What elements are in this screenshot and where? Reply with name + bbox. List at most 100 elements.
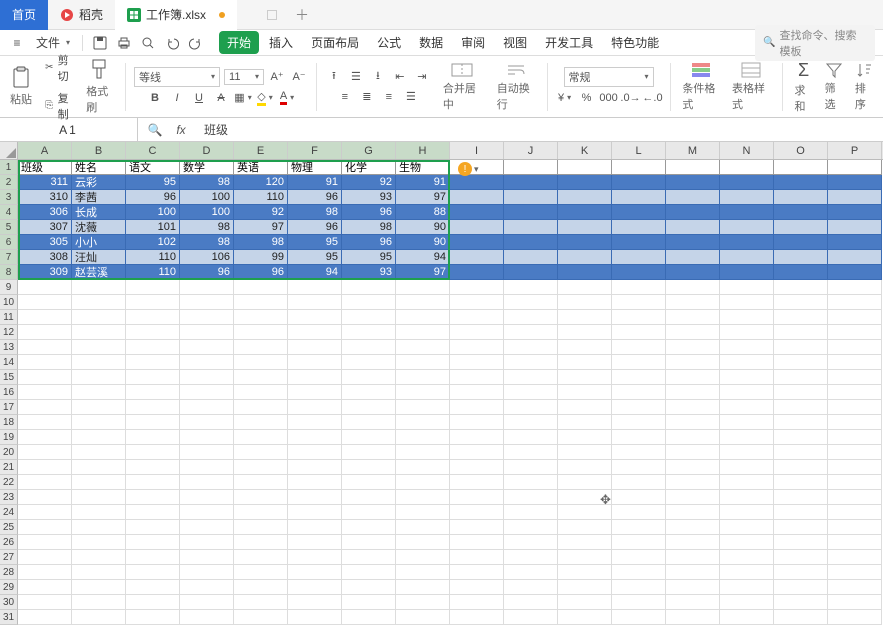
cell-B29[interactable] xyxy=(72,580,126,595)
cell-M23[interactable] xyxy=(666,490,720,505)
cell-G27[interactable] xyxy=(342,550,396,565)
redo-icon[interactable] xyxy=(187,34,205,52)
cell-J13[interactable] xyxy=(504,340,558,355)
cell-K10[interactable] xyxy=(558,295,612,310)
cell-G8[interactable]: 93 xyxy=(342,265,396,280)
cell-M14[interactable] xyxy=(666,355,720,370)
cell-B3[interactable]: 李茜 xyxy=(72,190,126,205)
cell-O6[interactable] xyxy=(774,235,828,250)
cell-E29[interactable] xyxy=(234,580,288,595)
cell-G17[interactable] xyxy=(342,400,396,415)
cell-A30[interactable] xyxy=(18,595,72,610)
cell-D8[interactable]: 96 xyxy=(180,265,234,280)
row-header-20[interactable]: 20 xyxy=(0,445,18,460)
cell-F21[interactable] xyxy=(288,460,342,475)
col-header-J[interactable]: J xyxy=(504,142,558,159)
cell-P1[interactable] xyxy=(828,160,882,175)
cell-P5[interactable] xyxy=(828,220,882,235)
cell-F22[interactable] xyxy=(288,475,342,490)
row-header-21[interactable]: 21 xyxy=(0,460,18,475)
col-header-G[interactable]: G xyxy=(342,142,396,159)
cell-I16[interactable] xyxy=(450,385,504,400)
cell-M15[interactable] xyxy=(666,370,720,385)
cell-A20[interactable] xyxy=(18,445,72,460)
cell-N19[interactable] xyxy=(720,430,774,445)
cell-F1[interactable]: 物理 xyxy=(288,160,342,175)
cell-A12[interactable] xyxy=(18,325,72,340)
cell-C30[interactable] xyxy=(126,595,180,610)
col-header-C[interactable]: C xyxy=(126,142,180,159)
cell-F19[interactable] xyxy=(288,430,342,445)
cell-C16[interactable] xyxy=(126,385,180,400)
cell-B24[interactable] xyxy=(72,505,126,520)
cell-O15[interactable] xyxy=(774,370,828,385)
cell-K27[interactable] xyxy=(558,550,612,565)
cell-O12[interactable] xyxy=(774,325,828,340)
cell-B31[interactable] xyxy=(72,610,126,625)
cell-M6[interactable] xyxy=(666,235,720,250)
cell-H1[interactable]: 生物 xyxy=(396,160,450,175)
cell-E9[interactable] xyxy=(234,280,288,295)
row-header-15[interactable]: 15 xyxy=(0,370,18,385)
cell-P25[interactable] xyxy=(828,520,882,535)
cell-N17[interactable] xyxy=(720,400,774,415)
cell-I14[interactable] xyxy=(450,355,504,370)
italic-icon[interactable]: I xyxy=(168,89,186,107)
cell-K17[interactable] xyxy=(558,400,612,415)
cell-A16[interactable] xyxy=(18,385,72,400)
decrease-font-icon[interactable]: A⁻ xyxy=(290,68,308,86)
cell-D28[interactable] xyxy=(180,565,234,580)
cell-C1[interactable]: 语文 xyxy=(126,160,180,175)
cell-L22[interactable] xyxy=(612,475,666,490)
cell-M4[interactable] xyxy=(666,205,720,220)
cell-M7[interactable] xyxy=(666,250,720,265)
cell-H21[interactable] xyxy=(396,460,450,475)
row-header-1[interactable]: 1 xyxy=(0,160,18,175)
cell-P23[interactable] xyxy=(828,490,882,505)
cell-P13[interactable] xyxy=(828,340,882,355)
cell-G6[interactable]: 96 xyxy=(342,235,396,250)
cell-H2[interactable]: 91 xyxy=(396,175,450,190)
cell-J23[interactable] xyxy=(504,490,558,505)
cell-K20[interactable] xyxy=(558,445,612,460)
cell-L23[interactable] xyxy=(612,490,666,505)
cell-C31[interactable] xyxy=(126,610,180,625)
cell-M3[interactable] xyxy=(666,190,720,205)
col-header-N[interactable]: N xyxy=(720,142,774,159)
cell-P18[interactable] xyxy=(828,415,882,430)
ribbon-tab-1[interactable]: 插入 xyxy=(261,31,301,54)
row-header-17[interactable]: 17 xyxy=(0,400,18,415)
cell-I3[interactable] xyxy=(450,190,504,205)
ribbon-tab-4[interactable]: 数据 xyxy=(411,31,451,54)
conditional-format-button[interactable]: 条件格式 xyxy=(678,59,724,114)
row-header-30[interactable]: 30 xyxy=(0,595,18,610)
cell-I27[interactable] xyxy=(450,550,504,565)
cell-J7[interactable] xyxy=(504,250,558,265)
row-header-24[interactable]: 24 xyxy=(0,505,18,520)
cell-L4[interactable] xyxy=(612,205,666,220)
cell-P31[interactable] xyxy=(828,610,882,625)
cell-N14[interactable] xyxy=(720,355,774,370)
cell-C10[interactable] xyxy=(126,295,180,310)
cell-H27[interactable] xyxy=(396,550,450,565)
cell-H17[interactable] xyxy=(396,400,450,415)
cell-L18[interactable] xyxy=(612,415,666,430)
cell-P3[interactable] xyxy=(828,190,882,205)
fx-icon[interactable]: fx xyxy=(172,121,190,139)
cell-N6[interactable] xyxy=(720,235,774,250)
cell-D22[interactable] xyxy=(180,475,234,490)
row-header-14[interactable]: 14 xyxy=(0,355,18,370)
tab-overflow-icon[interactable] xyxy=(267,10,277,20)
cell-M16[interactable] xyxy=(666,385,720,400)
cell-F29[interactable] xyxy=(288,580,342,595)
cell-B19[interactable] xyxy=(72,430,126,445)
border-icon[interactable]: ▦▾ xyxy=(234,89,252,107)
cell-M24[interactable] xyxy=(666,505,720,520)
cell-E20[interactable] xyxy=(234,445,288,460)
cell-D9[interactable] xyxy=(180,280,234,295)
cell-H18[interactable] xyxy=(396,415,450,430)
cell-H13[interactable] xyxy=(396,340,450,355)
cell-A19[interactable] xyxy=(18,430,72,445)
cell-E26[interactable] xyxy=(234,535,288,550)
cell-C9[interactable] xyxy=(126,280,180,295)
